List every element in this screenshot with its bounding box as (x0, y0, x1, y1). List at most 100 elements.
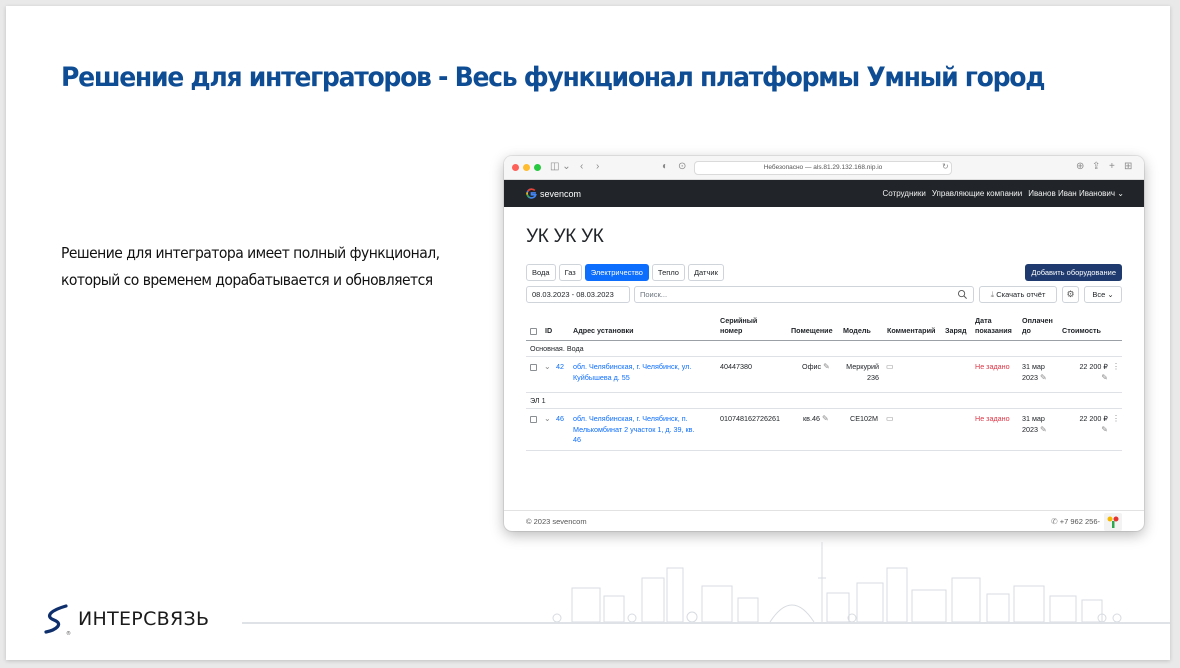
header-paid-until[interactable]: Оплачен до (1022, 316, 1053, 336)
header-charge[interactable]: Заряд (945, 326, 967, 336)
top-nav: Сотрудники Управляющие компании Иванов И… (882, 189, 1124, 198)
pencil-icon[interactable]: ✎ (822, 414, 829, 423)
row-id[interactable]: 46 (556, 414, 564, 425)
header-cost[interactable]: Стоимость (1062, 326, 1101, 336)
row-checkbox[interactable] (530, 416, 537, 423)
row-reading-date: Не задано (975, 362, 1010, 371)
body-line-2: который со временем дорабатывается и обн… (61, 271, 433, 289)
search-icon[interactable] (957, 289, 968, 300)
more-actions-icon[interactable]: ⋮ (1112, 362, 1120, 373)
logo-registered-mark: ® (66, 630, 71, 636)
new-tab-icon[interactable]: + (1109, 161, 1115, 173)
chevron-down-icon[interactable]: ⌄ (544, 414, 551, 425)
tab-gas[interactable]: Газ (558, 264, 582, 281)
row-id[interactable]: 42 (556, 362, 564, 373)
body-line-1: Решение для интегратора имеет полный фун… (61, 244, 440, 262)
row-address[interactable]: обл. Челябинская, г. Челябинск, п. Мелько… (573, 414, 694, 446)
back-icon[interactable]: ‹ (580, 161, 583, 173)
brand[interactable]: sevencom (526, 188, 581, 199)
tab-heat[interactable]: Тепло (651, 264, 685, 281)
equipment-table: ID Адрес установки Серийный номер Помещен… (526, 310, 1122, 451)
more-actions-icon[interactable]: ⋮ (1112, 414, 1120, 425)
add-equipment-button[interactable]: Добавить оборудование (1025, 264, 1122, 281)
row-paid-until: 31 мар 2023 ✎ (1022, 414, 1047, 434)
select-all-checkbox[interactable] (530, 328, 537, 335)
tab-sensor[interactable]: Датчик (687, 264, 724, 281)
header-address[interactable]: Адрес установки (573, 326, 634, 336)
intersvyaz-logo-icon: ® (44, 604, 71, 636)
browser-toolbar: ◫ ⌄ ‹ › ◐ ⊙ Небезопасно — als.81.29.132.… (504, 156, 1144, 180)
slide-title: Решение для интеграторов - Весь функцион… (61, 62, 1045, 93)
settings-button[interactable]: ⚙ (1062, 286, 1079, 303)
address-bar[interactable]: Небезопасно — als.81.29.132.168.nip.io (694, 161, 952, 175)
row-room: кв.46 ✎ (803, 414, 829, 423)
pencil-icon[interactable]: ✎ (1101, 373, 1108, 382)
download-icon[interactable]: ⊕ (1076, 161, 1084, 173)
chevron-down-icon: ⌄ (1107, 290, 1114, 299)
minimize-window-button[interactable] (523, 164, 530, 171)
comment-icon[interactable]: ▭ (886, 414, 894, 425)
chevron-down-icon[interactable]: ⌄ (544, 362, 551, 373)
presentation-slide: Решение для интеграторов - Весь функцион… (6, 6, 1170, 660)
city-skyline-illustration (552, 542, 1122, 622)
tab-overview-icon[interactable]: ⊞ (1124, 161, 1132, 173)
date-range-input[interactable]: 08.03.2023 - 08.03.2023 (526, 286, 630, 303)
table-header: ID Адрес установки Серийный номер Помещен… (526, 310, 1122, 341)
header-model[interactable]: Модель (843, 326, 871, 336)
row-cost: 22 200 ₽ ✎ (1079, 414, 1108, 434)
url-text: Небезопасно — als.81.29.132.168.nip.io (763, 164, 883, 171)
search-placeholder: Поиск... (640, 290, 668, 299)
row-serial: 010748162726261 (720, 414, 780, 423)
nav-employees[interactable]: Сотрудники (882, 189, 925, 198)
row-reading-date: Не задано (975, 414, 1010, 423)
download-icon: ⤓ (990, 290, 995, 299)
shield-icon[interactable]: ⊙ (678, 161, 686, 173)
share-icon[interactable]: ⇪ (1092, 161, 1100, 173)
privacy-icon[interactable]: ◐ (662, 161, 668, 173)
tab-electricity[interactable]: Электричество (584, 264, 649, 281)
slide-body-text: Решение для интегратора имеет полный фун… (61, 240, 440, 294)
footer-phone[interactable]: ✆ +7 962 256- (1051, 517, 1100, 526)
app-footer: © 2023 sevencom ✆ +7 962 256- (504, 510, 1144, 531)
header-comment[interactable]: Комментарий (887, 326, 935, 336)
header-room[interactable]: Помещение (791, 326, 833, 336)
group-header: Основная. Вода (526, 341, 1122, 357)
row-room: Офис ✎ (802, 362, 830, 371)
header-reading-date[interactable]: Дата показания (975, 316, 1012, 336)
close-window-button[interactable] (512, 164, 519, 171)
pencil-icon[interactable]: ✎ (1101, 425, 1108, 434)
user-menu[interactable]: Иванов Иван Иванович ⌄ (1028, 189, 1124, 198)
table-row[interactable]: ⌄ 42 обл. Челябинская, г. Челябинск, ул.… (526, 357, 1122, 393)
browser-window: ◫ ⌄ ‹ › ◐ ⊙ Небезопасно — als.81.29.132.… (504, 156, 1144, 531)
header-serial[interactable]: Серийный номер (720, 316, 757, 336)
row-model: Меркурий 236 (846, 362, 879, 382)
pencil-icon[interactable]: ✎ (1040, 425, 1047, 434)
reload-icon[interactable]: ↻ (942, 161, 949, 173)
row-cost: 22 200 ₽ ✎ (1079, 362, 1108, 382)
maximize-window-button[interactable] (534, 164, 541, 171)
row-model: CE102M (850, 414, 878, 423)
download-report-button[interactable]: ⤓ Скачать отчёт (979, 286, 1057, 303)
pencil-icon[interactable]: ✎ (823, 362, 830, 371)
chat-widget-icon[interactable] (1104, 513, 1122, 531)
filter-all-dropdown[interactable]: Все ⌄ (1084, 286, 1122, 303)
gear-icon: ⚙ (1066, 289, 1075, 299)
comment-icon[interactable]: ▭ (886, 362, 894, 373)
company-logo: ® ИНТЕРСВЯЗЬ (40, 602, 209, 636)
nav-management-companies[interactable]: Управляющие компании (932, 189, 1022, 198)
download-report-label: Скачать отчёт (996, 290, 1046, 299)
row-address[interactable]: обл. Челябинская, г. Челябинск, ул. Куйбы… (573, 362, 691, 383)
footer-copyright: © 2023 sevencom (526, 517, 587, 526)
table-row[interactable]: ⌄ 46 обл. Челябинская, г. Челябинск, п. М… (526, 409, 1122, 451)
search-input[interactable]: Поиск... (634, 286, 974, 303)
app-navbar: sevencom Сотрудники Управляющие компании… (504, 180, 1144, 207)
header-id[interactable]: ID (545, 326, 552, 336)
tab-water[interactable]: Вода (526, 264, 556, 281)
page-title: УК УК УК (526, 226, 604, 247)
filter-row: 08.03.2023 - 08.03.2023 Поиск... ⤓ Скача… (526, 286, 1122, 303)
sidebar-icon[interactable]: ◫ ⌄ (550, 161, 571, 173)
pencil-icon[interactable]: ✎ (1040, 373, 1047, 382)
forward-icon[interactable]: › (596, 161, 599, 173)
row-checkbox[interactable] (530, 364, 537, 371)
row-serial: 40447380 (720, 362, 752, 371)
